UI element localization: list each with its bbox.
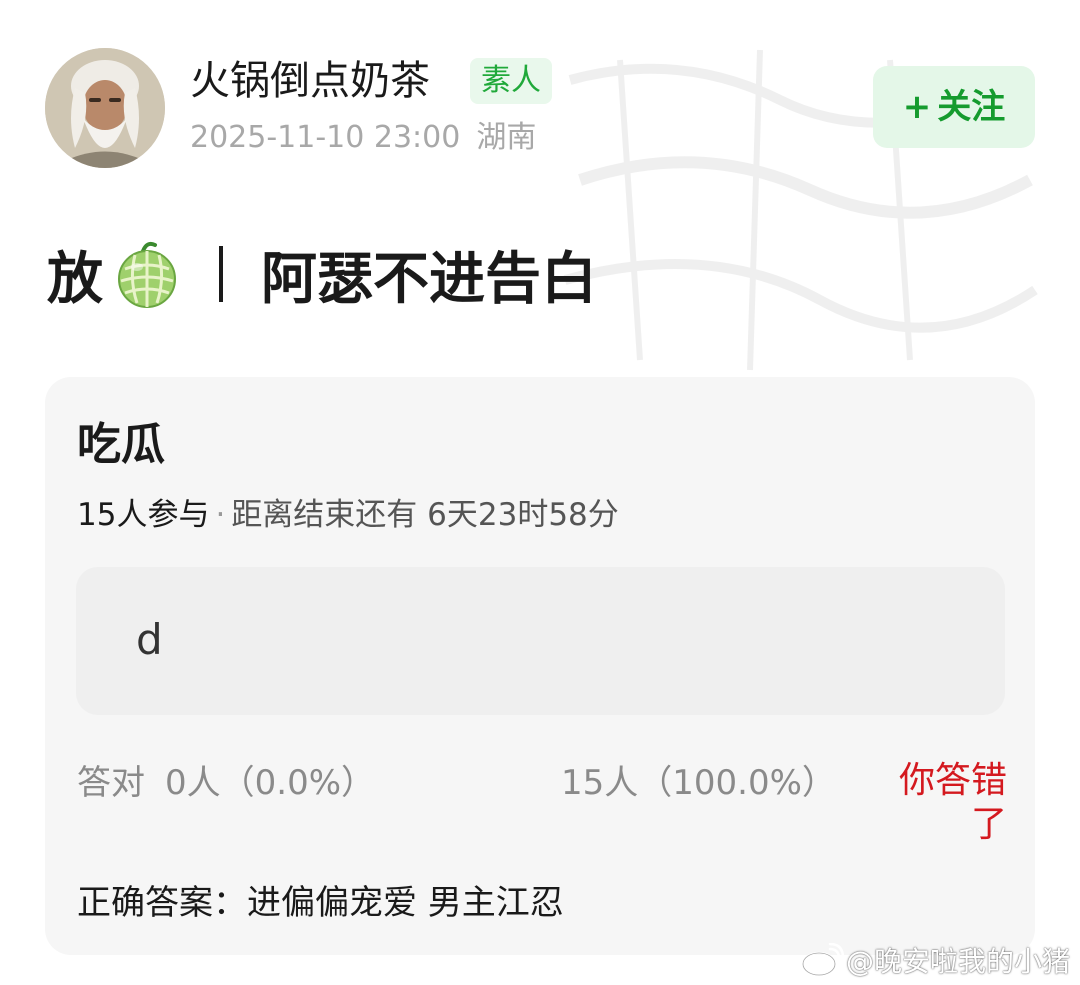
post-title-text: 阿瑟不进告白 <box>261 246 597 312</box>
watermark: @晚安啦我的小猪 <box>800 938 1070 982</box>
melon-emoji-icon <box>118 241 176 308</box>
quiz-title: 吃瓜 <box>77 419 165 470</box>
quiz-option[interactable]: d <box>76 567 1005 715</box>
author-avatar[interactable] <box>45 48 165 168</box>
post-location: 湖南 <box>476 120 537 155</box>
plus-icon: + <box>902 87 932 127</box>
post-title: 放 阿瑟不进告白 <box>47 234 597 314</box>
quiz-option-text: d <box>136 615 163 664</box>
follow-button[interactable]: + 关注 <box>873 66 1035 148</box>
post-timestamp: 2025-11-10 23:00 <box>190 120 461 155</box>
old-man-avatar-icon <box>45 48 165 168</box>
correct-answer: 正确答案：进偏偏宠爱 男主江忍 <box>77 883 564 923</box>
correct-count: 0人（0.0%） <box>165 763 376 803</box>
quiz-card: 吃瓜 15人参与 · 距离结束还有 6天23时58分 d 答对 0人（0.0%） 15… <box>45 377 1035 955</box>
weibo-icon <box>801 943 844 977</box>
post-meta: 2025-11-10 23:00 湖南 <box>190 117 536 159</box>
correct-label: 答对 <box>77 763 145 803</box>
stats-separator: · <box>215 497 226 533</box>
author-name[interactable]: 火锅倒点奶茶 <box>190 55 430 107</box>
follow-button-label: 关注 <box>937 87 1006 127</box>
participant-count: 15人参与 <box>77 497 210 533</box>
time-remaining: 距离结束还有 6天23时58分 <box>231 497 619 533</box>
wrong-count: 15人（100.0%） <box>561 763 836 803</box>
correct-result: 答对 0人（0.0%） <box>77 759 375 807</box>
title-separator <box>219 246 223 302</box>
watermark-text: @晚安啦我的小猪 <box>846 945 1071 978</box>
post-title-prefix: 放 <box>47 246 103 312</box>
post-page: 火锅倒点奶茶 素人 2025-11-10 23:00 湖南 + 关注 放 阿瑟不进告… <box>0 0 1080 985</box>
author-badge: 素人 <box>470 58 552 104</box>
quiz-stats: 15人参与 · 距离结束还有 6天23时58分 <box>77 493 619 537</box>
wrong-answer-message: 你答错了 <box>898 760 1007 845</box>
